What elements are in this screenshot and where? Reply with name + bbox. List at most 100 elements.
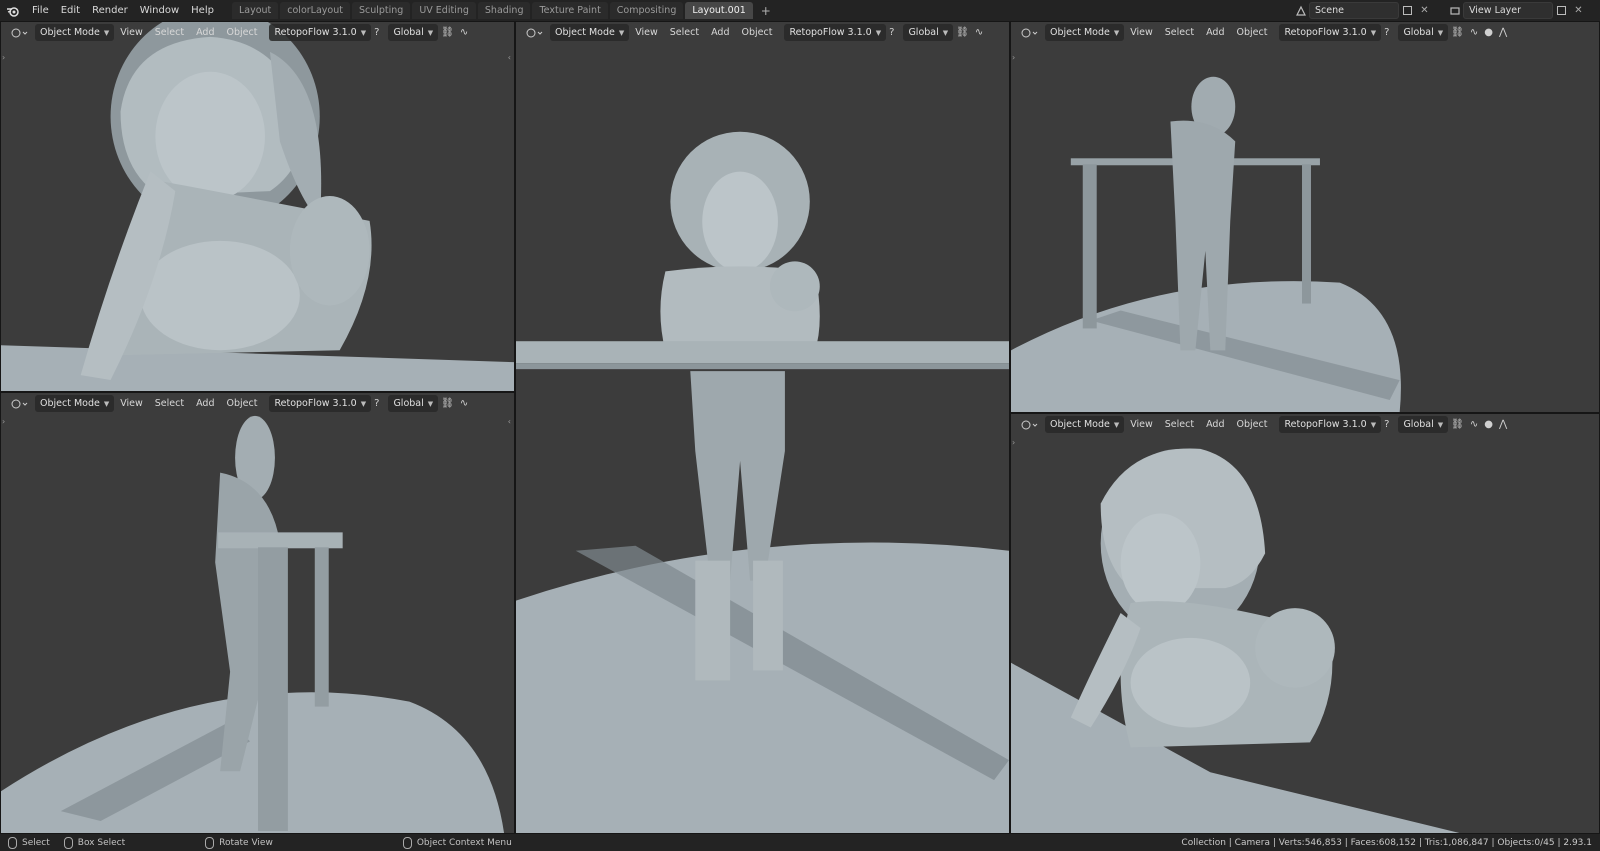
viewport-bottom-right[interactable]: Object Mode ▼ View Select Add Object Reto… [1010,413,1600,834]
pivot-icon[interactable]: ⛓ [438,24,457,41]
retopoflow-dropdown[interactable]: RetopoFlow 3.1.0 ▼ [1279,416,1382,433]
scene-field[interactable]: Scene [1309,2,1399,19]
viewport-center[interactable]: Object Mode ▼ View Select Add Object Reto… [515,21,1010,834]
menu-render[interactable]: Render [86,0,134,21]
select-menu[interactable]: Select [1159,416,1200,433]
help-icon[interactable]: ? [886,24,897,41]
help-icon[interactable]: ? [371,24,382,41]
snap-icon[interactable]: ∿ [1467,24,1481,41]
help-icon[interactable]: ? [1381,24,1392,41]
tab-compositing[interactable]: Compositing [609,2,684,19]
snap-icon[interactable]: ∿ [457,395,471,412]
falloff-icon[interactable]: ⋀ [1496,416,1510,433]
snap-icon[interactable]: ∿ [1467,416,1481,433]
chevron-down-icon: ▼ [427,28,434,37]
menu-file[interactable]: File [26,0,55,21]
tab-shading[interactable]: Shading [477,2,531,19]
sidebar-expand-icon[interactable]: ‹ [508,53,511,62]
mode-dropdown[interactable]: Object Mode ▼ [1045,416,1125,433]
viewport-bottom-left[interactable]: Object Mode ▼ View Select Add Object Reto… [0,392,515,834]
snap-icon[interactable]: ∿ [972,24,986,41]
menu-help[interactable]: Help [185,0,220,21]
view-layer-icon[interactable] [1446,2,1463,19]
tab-colorlayout[interactable]: colorLayout [280,2,350,19]
view-menu[interactable]: View [1124,416,1159,433]
view-layer-field[interactable]: View Layer [1463,2,1553,19]
tab-sculpting[interactable]: Sculpting [351,2,411,19]
select-menu[interactable]: Select [149,24,190,41]
editor-type-icon[interactable] [7,24,31,41]
add-menu[interactable]: Add [1200,24,1230,41]
pivot-icon[interactable]: ⛓ [1448,24,1467,41]
editor-type-icon[interactable] [1017,416,1041,433]
menu-window[interactable]: Window [134,0,185,21]
object-menu[interactable]: Object [1231,24,1274,41]
select-menu[interactable]: Select [664,24,705,41]
viewport-top-left[interactable]: Object Mode ▼ View Select Add Object Reto… [0,21,515,392]
select-menu[interactable]: Select [1159,24,1200,41]
pivot-icon[interactable]: ⛓ [953,24,972,41]
viewport-top-right[interactable]: Object Mode ▼ View Select Add Object Reto… [1010,21,1600,413]
mode-dropdown[interactable]: Object Mode ▼ [1045,24,1125,41]
mode-dropdown[interactable]: Object Mode ▼ [550,24,630,41]
orientation-dropdown[interactable]: Global ▼ [1398,416,1449,433]
orientation-label: Global [393,398,424,409]
tab-uv-editing[interactable]: UV Editing [412,2,476,19]
orientation-dropdown[interactable]: Global ▼ [388,395,439,412]
object-menu[interactable]: Object [736,24,779,41]
chevron-down-icon: ▼ [360,399,367,408]
pivot-icon[interactable]: ⛓ [438,395,457,412]
toolbar-expand-icon[interactable]: › [2,53,5,62]
mode-dropdown[interactable]: Object Mode ▼ [35,24,115,41]
proportional-edit-icon[interactable]: ● [1481,416,1496,433]
view-menu[interactable]: View [629,24,664,41]
falloff-icon[interactable]: ⋀ [1496,24,1510,41]
sidebar-expand-icon[interactable]: ‹ [508,417,511,426]
editor-type-icon[interactable] [1017,24,1041,41]
add-menu[interactable]: Add [705,24,735,41]
snap-icon[interactable]: ∿ [457,24,471,41]
add-menu[interactable]: Add [190,395,220,412]
add-menu[interactable]: Add [1200,416,1230,433]
retopoflow-dropdown[interactable]: RetopoFlow 3.1.0 ▼ [1279,24,1382,41]
orientation-label: Global [908,27,939,38]
help-icon[interactable]: ? [371,395,382,412]
new-view-layer-icon[interactable] [1553,2,1570,19]
object-menu[interactable]: Object [1231,416,1274,433]
help-icon[interactable]: ? [1381,416,1392,433]
add-menu[interactable]: Add [190,24,220,41]
toolbar-expand-icon[interactable]: › [1012,53,1015,62]
retopoflow-dropdown[interactable]: RetopoFlow 3.1.0 ▼ [269,395,372,412]
object-menu[interactable]: Object [221,395,264,412]
mode-dropdown[interactable]: Object Mode ▼ [35,395,115,412]
blender-logo-icon[interactable] [0,0,26,21]
view-menu[interactable]: View [1124,24,1159,41]
tab-layout-001[interactable]: Layout.001 [685,2,753,19]
menu-edit[interactable]: Edit [55,0,86,21]
select-menu[interactable]: Select [149,395,190,412]
orientation-dropdown[interactable]: Global ▼ [388,24,439,41]
add-workspace-button[interactable]: + [755,4,777,18]
retopoflow-dropdown[interactable]: RetopoFlow 3.1.0 ▼ [269,24,372,41]
workspace-tabs: Layout colorLayout Sculpting UV Editing … [231,0,777,21]
orientation-dropdown[interactable]: Global ▼ [1398,24,1449,41]
toolbar-expand-icon[interactable]: › [1012,438,1015,447]
scene-icon[interactable] [1292,2,1309,19]
tab-texture-paint[interactable]: Texture Paint [532,2,608,19]
view-menu[interactable]: View [114,395,149,412]
tab-layout[interactable]: Layout [231,2,279,19]
remove-view-layer-icon[interactable]: ✕ [1570,2,1587,19]
object-menu[interactable]: Object [221,24,264,41]
new-scene-icon[interactable] [1399,2,1416,19]
orientation-dropdown[interactable]: Global ▼ [903,24,954,41]
pivot-icon[interactable]: ⛓ [1448,416,1467,433]
retopoflow-dropdown[interactable]: RetopoFlow 3.1.0 ▼ [784,24,887,41]
orientation-label: Global [393,27,424,38]
view-menu[interactable]: View [114,24,149,41]
editor-type-icon[interactable] [522,24,546,41]
remove-scene-icon[interactable]: ✕ [1416,2,1433,19]
orientation-label: Global [1403,419,1434,430]
editor-type-icon[interactable] [7,395,31,412]
toolbar-expand-icon[interactable]: › [2,417,5,426]
proportional-edit-icon[interactable]: ● [1481,24,1496,41]
